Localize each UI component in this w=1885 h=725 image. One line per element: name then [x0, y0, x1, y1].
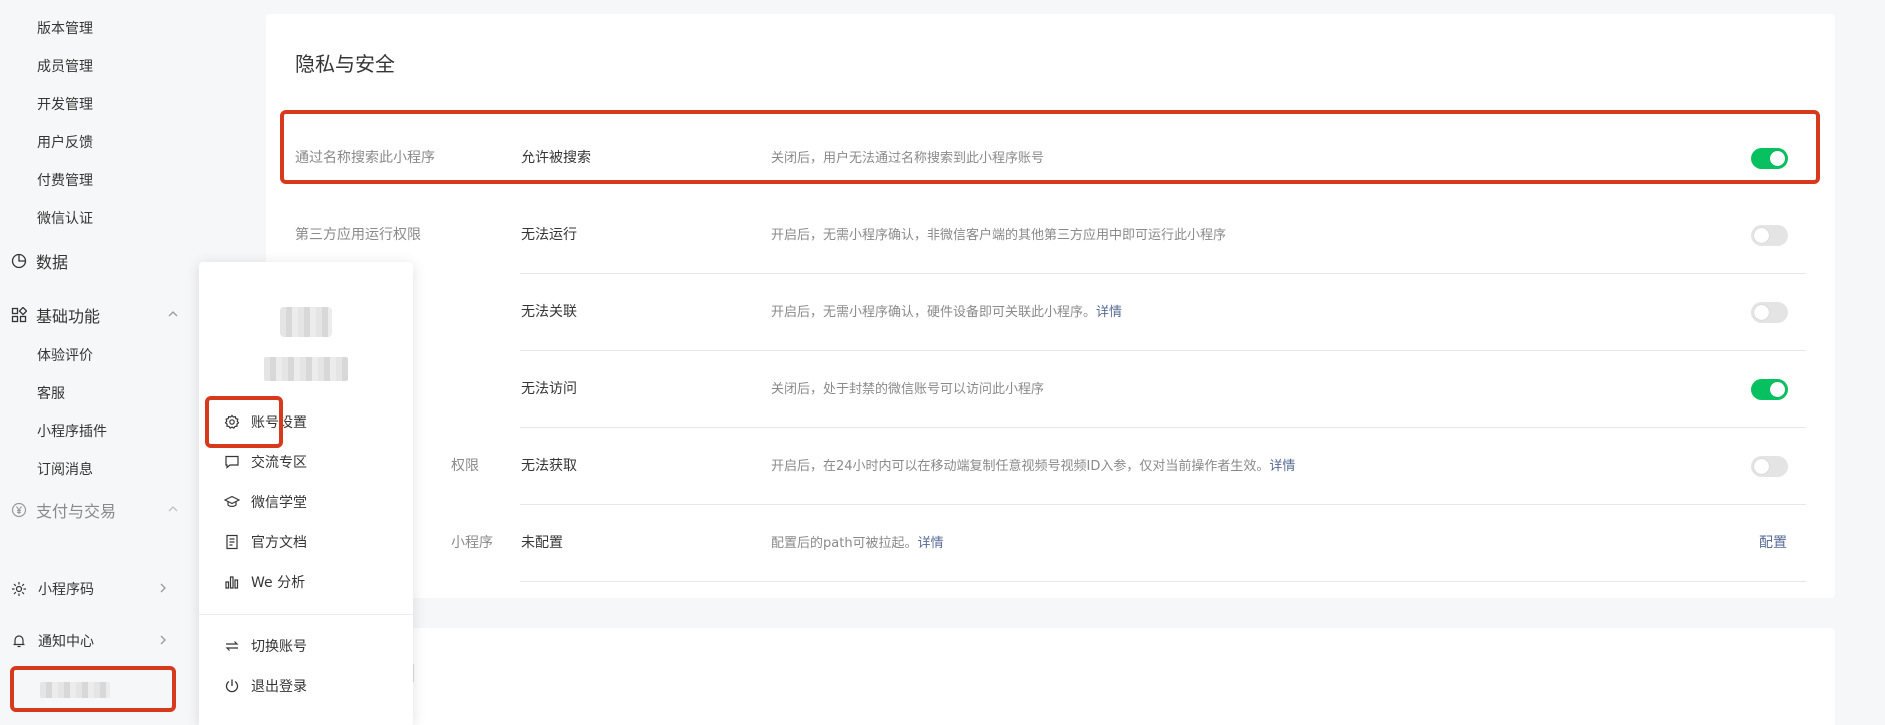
account-popup-menu: 账号设置 交流专区 微信学堂 官方文档 We 分析 切换账号 退出登录: [199, 262, 413, 725]
sidebar-item-feedback[interactable]: 用户反馈: [37, 133, 93, 153]
yen-icon: [10, 501, 28, 519]
configure-link[interactable]: 配置: [1759, 505, 1787, 582]
sidebar-item-version[interactable]: 版本管理: [37, 19, 93, 39]
setting-row: 权限 无法获取 开启后，在24小时内可以在移动端复制任意视频号视频ID入参，仅对…: [295, 428, 1806, 505]
menu-item-label: 官方文档: [251, 535, 307, 551]
menu-item-label: 微信学堂: [251, 495, 307, 511]
menu-item-label: 退出登录: [251, 679, 307, 695]
chevron-up-icon[interactable]: [166, 307, 180, 321]
toggle-switch[interactable]: [1751, 379, 1788, 400]
menu-item-label: We 分析: [251, 575, 306, 591]
sidebar-group-label: 数据: [36, 253, 69, 272]
sidebar-item-plugins[interactable]: 小程序插件: [37, 422, 107, 442]
blurred-username: [264, 357, 348, 381]
sidebar-group-basic[interactable]: 基础功能: [10, 303, 180, 327]
menu-separator: [199, 614, 413, 615]
pie-chart-icon: [10, 252, 28, 270]
setting-status: 无法访问: [521, 381, 577, 397]
avatar[interactable]: [280, 297, 332, 349]
chevron-up-icon[interactable]: [166, 502, 180, 516]
setting-row: 第三方应用运行权限 无法运行 开启后，无需小程序确认，非微信客户端的其他第三方应…: [295, 197, 1806, 274]
menu-item-community[interactable]: 交流专区: [223, 450, 393, 474]
sidebar-group-data[interactable]: 数据: [10, 249, 180, 273]
setting-name: 小程序: [451, 535, 493, 551]
setting-name: 权限: [451, 458, 479, 474]
sidebar-group-pay[interactable]: 支付与交易: [10, 498, 180, 522]
toggle-knob: [1754, 228, 1769, 243]
sidebar-item-qrcode[interactable]: 小程序码: [10, 578, 170, 600]
setting-row: 无法访问 关闭后，处于封禁的微信账号可以访问此小程序: [295, 351, 1806, 428]
row-divider: [520, 581, 1806, 582]
power-icon: [223, 677, 241, 695]
menu-item-wechat-school[interactable]: 微信学堂: [223, 490, 393, 514]
sidebar-item-rating[interactable]: 体验评价: [37, 346, 93, 366]
chat-bubble-icon: [223, 453, 241, 471]
sidebar-item-payment[interactable]: 付费管理: [37, 171, 93, 191]
toggle-switch[interactable]: [1751, 225, 1788, 246]
toggle-knob: [1754, 459, 1769, 474]
sidebar-item-dev[interactable]: 开发管理: [37, 95, 93, 115]
sidebar-group-label: 基础功能: [36, 307, 101, 326]
menu-item-label: 交流专区: [251, 455, 307, 471]
setting-row: 无法关联 开启后，无需小程序确认，硬件设备即可关联此小程序。详情: [295, 274, 1806, 351]
details-link[interactable]: 详情: [1096, 305, 1122, 320]
menu-item-switch-account[interactable]: 切换账号: [223, 634, 393, 658]
bell-icon: [10, 632, 28, 650]
setting-desc: 开启后，无需小程序确认，非微信客户端的其他第三方应用中即可运行此小程序: [771, 228, 1227, 243]
document-icon: [223, 533, 241, 551]
chevron-right-icon: [156, 581, 170, 595]
setting-status: 未配置: [521, 535, 563, 551]
menu-item-label: 切换账号: [251, 639, 307, 655]
blurred-account-name: [40, 682, 110, 698]
setting-status: 无法获取: [521, 458, 577, 474]
secondary-card: [266, 628, 1835, 725]
switch-arrows-icon: [223, 637, 241, 655]
card-title: 隐私与安全: [295, 52, 395, 76]
highlight-annotation-search-row: [280, 110, 1820, 184]
sidebar-item-wechat-verify[interactable]: 微信认证: [37, 209, 93, 229]
highlight-annotation-account-settings: [205, 396, 283, 448]
graduation-cap-icon: [223, 493, 241, 511]
chevron-right-icon: [156, 633, 170, 647]
sidebar-item-members[interactable]: 成员管理: [37, 57, 93, 77]
toggle-knob: [1754, 305, 1769, 320]
setting-desc: 开启后，在24小时内可以在移动端复制任意视频号视频ID入参，仅对当前操作者生效。…: [771, 459, 1296, 474]
setting-row: 小程序 未配置 配置后的path可被拉起。详情 配置: [295, 505, 1806, 582]
toggle-switch[interactable]: [1751, 302, 1788, 323]
blurred-avatar: [280, 307, 332, 337]
menu-item-docs[interactable]: 官方文档: [223, 530, 393, 554]
sidebar-item-subscribe[interactable]: 订阅消息: [37, 460, 93, 480]
sidebar-item-label: 通知中心: [38, 634, 94, 650]
details-link[interactable]: 详情: [918, 536, 944, 551]
privacy-security-card: 隐私与安全 通过名称搜索此小程序 允许被搜索 关闭后，用户无法通过名称搜索到此小…: [266, 14, 1835, 598]
sidebar-item-notifications[interactable]: 通知中心: [10, 630, 170, 652]
menu-item-we-analytics[interactable]: We 分析: [223, 570, 393, 594]
grid-icon: [10, 306, 28, 324]
sidebar-item-service[interactable]: 客服: [37, 384, 65, 404]
account-switcher[interactable]: [10, 666, 176, 712]
sidebar-item-label: 小程序码: [38, 582, 94, 598]
sidebar-group-label: 支付与交易: [36, 502, 117, 521]
analytics-icon: [223, 573, 241, 591]
setting-desc: 关闭后，处于封禁的微信账号可以访问此小程序: [771, 382, 1045, 397]
menu-item-logout[interactable]: 退出登录: [223, 674, 393, 698]
qrcode-sun-icon: [10, 580, 28, 598]
setting-desc: 配置后的path可被拉起。详情: [771, 536, 944, 551]
setting-status: 无法运行: [521, 227, 577, 243]
toggle-switch[interactable]: [1751, 456, 1788, 477]
details-link[interactable]: 详情: [1269, 459, 1295, 474]
toggle-knob: [1770, 382, 1785, 397]
setting-desc: 开启后，无需小程序确认，硬件设备即可关联此小程序。详情: [771, 305, 1123, 320]
setting-status: 无法关联: [521, 304, 577, 320]
